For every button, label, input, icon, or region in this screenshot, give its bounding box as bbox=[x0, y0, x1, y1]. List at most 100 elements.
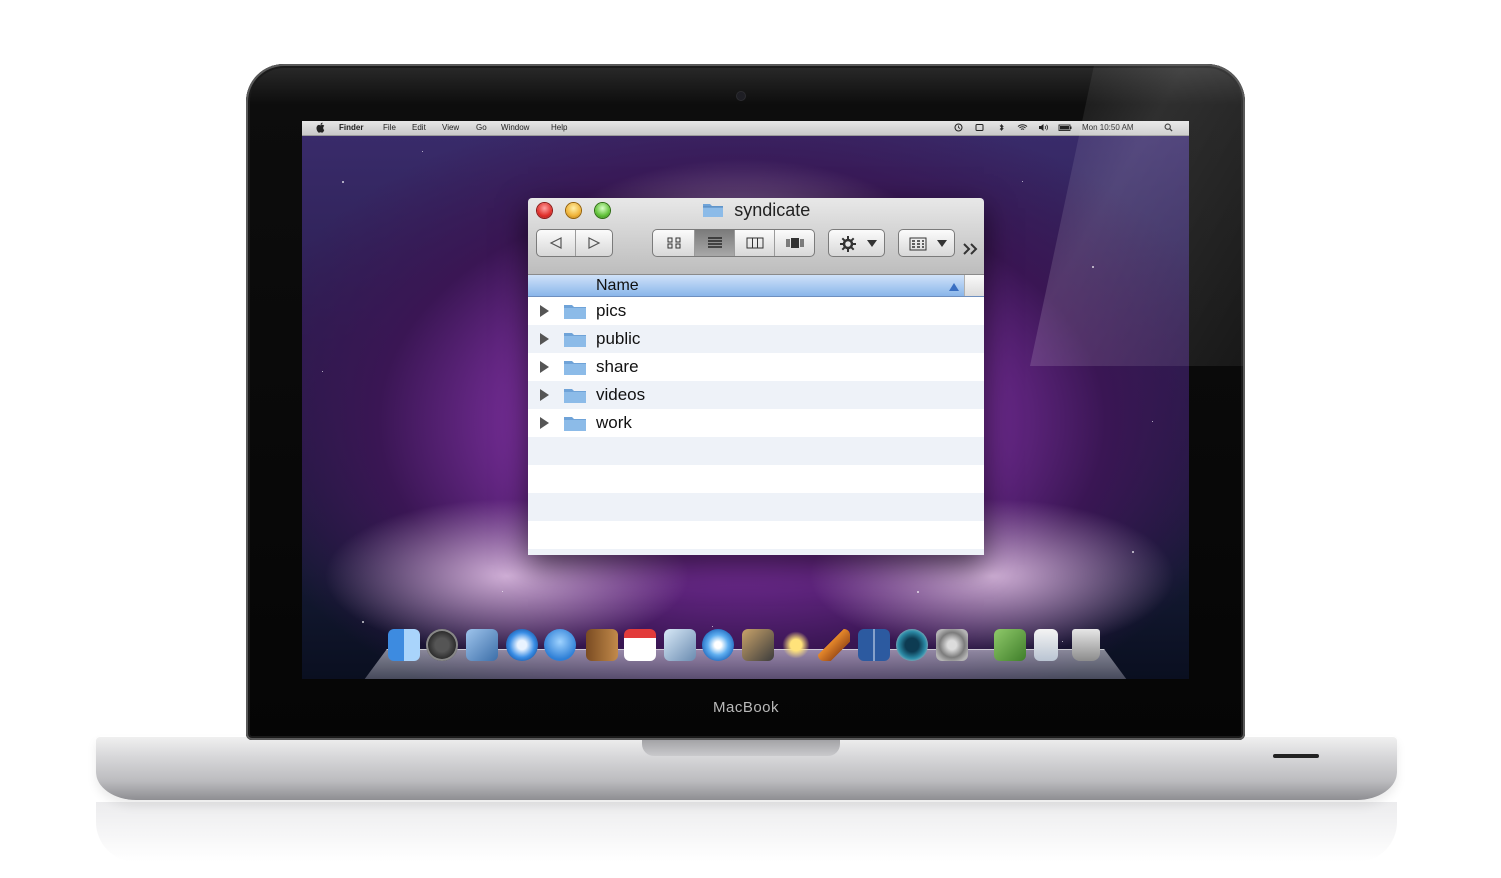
disclosure-triangle-icon[interactable] bbox=[540, 333, 549, 345]
menu-bar: Finder File Edit View Go Window Help Mon… bbox=[302, 121, 1189, 136]
disclosure-triangle-icon[interactable] bbox=[540, 389, 549, 401]
folder-name: share bbox=[596, 357, 639, 376]
empty-row bbox=[528, 437, 984, 465]
imovie-icon[interactable] bbox=[780, 629, 812, 661]
forward-arrow-icon bbox=[588, 237, 601, 249]
menu-window[interactable]: Window bbox=[501, 123, 529, 133]
star bbox=[502, 591, 503, 592]
downloads-stack-icon[interactable] bbox=[1034, 629, 1058, 661]
list-view-icon bbox=[707, 237, 722, 248]
camera-icon bbox=[737, 92, 745, 100]
folder-icon bbox=[564, 361, 586, 375]
bluetooth-icon[interactable] bbox=[997, 123, 1006, 132]
folder-name: public bbox=[596, 329, 641, 348]
safari-icon[interactable] bbox=[506, 629, 538, 661]
window-title-text: syndicate bbox=[734, 200, 811, 220]
star bbox=[342, 181, 344, 183]
cover-flow-button[interactable] bbox=[774, 230, 814, 256]
trash-icon[interactable] bbox=[1072, 629, 1100, 661]
star bbox=[1062, 641, 1063, 642]
folder-icon bbox=[564, 417, 586, 431]
iphoto-icon[interactable] bbox=[742, 629, 774, 661]
dashboard-icon[interactable] bbox=[426, 629, 458, 661]
list-item[interactable]: work bbox=[528, 409, 984, 437]
itunes-icon[interactable] bbox=[702, 629, 734, 661]
cover-flow-icon bbox=[785, 238, 804, 248]
star bbox=[917, 591, 919, 593]
list-item[interactable]: public bbox=[528, 325, 984, 353]
arrange-grid-icon bbox=[909, 237, 927, 251]
chevron-down-icon bbox=[937, 240, 947, 247]
menu-view[interactable]: View bbox=[442, 123, 459, 133]
preview-icon[interactable] bbox=[664, 629, 696, 661]
sleep-indicator bbox=[1273, 754, 1319, 758]
gear-icon bbox=[840, 236, 856, 252]
menu-finder[interactable]: Finder bbox=[339, 123, 363, 133]
icon-view-icon bbox=[667, 237, 680, 249]
action-menu-button[interactable] bbox=[828, 229, 885, 257]
empty-row bbox=[528, 549, 984, 555]
time-machine-status-icon[interactable] bbox=[954, 123, 963, 132]
ical-icon[interactable] bbox=[624, 629, 656, 661]
forward-button[interactable] bbox=[575, 230, 612, 256]
finder-window[interactable]: syndicate Name pics public share videos … bbox=[528, 198, 984, 555]
sort-ascending-icon bbox=[949, 283, 959, 291]
list-header: Name bbox=[528, 275, 984, 297]
star bbox=[422, 151, 423, 152]
device-label: MacBook bbox=[712, 699, 780, 716]
folder-icon bbox=[564, 305, 586, 319]
arrange-menu-button[interactable] bbox=[898, 229, 955, 257]
window-title: syndicate bbox=[528, 200, 984, 222]
column-view-icon bbox=[746, 237, 763, 249]
list-view-button[interactable] bbox=[694, 230, 734, 256]
menu-clock[interactable]: Mon 10:50 AM bbox=[1082, 123, 1134, 133]
menu-edit[interactable]: Edit bbox=[412, 123, 426, 133]
battery-icon[interactable] bbox=[1058, 123, 1072, 132]
view-mode-control bbox=[652, 229, 815, 257]
ichat-icon[interactable] bbox=[544, 629, 576, 661]
mail-icon[interactable] bbox=[466, 629, 498, 661]
finder-icon[interactable] bbox=[388, 629, 420, 661]
display-mirror-icon[interactable] bbox=[975, 123, 984, 132]
empty-row bbox=[528, 465, 984, 493]
volume-icon[interactable] bbox=[1038, 123, 1049, 132]
apple-menu-icon[interactable] bbox=[316, 122, 326, 133]
header-spacer bbox=[964, 275, 984, 296]
menu-go[interactable]: Go bbox=[476, 123, 487, 133]
list-item[interactable]: videos bbox=[528, 381, 984, 409]
window-toolbar: syndicate bbox=[528, 198, 984, 275]
star bbox=[322, 371, 323, 372]
toolbar-overflow-icon[interactable] bbox=[962, 242, 982, 256]
folder-name: work bbox=[596, 413, 632, 432]
folder-icon bbox=[702, 204, 723, 217]
star bbox=[1092, 266, 1094, 268]
laptop-reflection bbox=[96, 802, 1397, 862]
name-column-header[interactable]: Name bbox=[596, 277, 639, 295]
wifi-icon[interactable] bbox=[1017, 123, 1028, 132]
address-book-icon[interactable] bbox=[586, 629, 618, 661]
disclosure-triangle-icon[interactable] bbox=[540, 305, 549, 317]
spotlight-search-icon[interactable] bbox=[1164, 123, 1173, 132]
system-preferences-icon[interactable] bbox=[936, 629, 968, 661]
list-item[interactable]: share bbox=[528, 353, 984, 381]
documents-stack-icon[interactable] bbox=[994, 629, 1026, 661]
list-item[interactable]: pics bbox=[528, 297, 984, 325]
back-arrow-icon bbox=[549, 237, 562, 249]
time-machine-icon[interactable] bbox=[896, 629, 928, 661]
menu-help[interactable]: Help bbox=[551, 123, 567, 133]
spaces-icon[interactable] bbox=[858, 629, 890, 661]
folder-icon bbox=[564, 389, 586, 403]
icon-view-button[interactable] bbox=[653, 230, 694, 256]
menu-file[interactable]: File bbox=[383, 123, 396, 133]
column-view-button[interactable] bbox=[734, 230, 774, 256]
disclosure-triangle-icon[interactable] bbox=[540, 417, 549, 429]
back-button[interactable] bbox=[537, 230, 575, 256]
chevron-down-icon bbox=[867, 240, 877, 247]
star bbox=[1152, 421, 1153, 422]
disclosure-triangle-icon[interactable] bbox=[540, 361, 549, 373]
back-forward-control bbox=[536, 229, 613, 257]
garageband-icon[interactable] bbox=[818, 629, 850, 661]
folder-icon bbox=[564, 333, 586, 347]
desktop: Finder File Edit View Go Window Help Mon… bbox=[302, 121, 1189, 679]
star bbox=[1132, 551, 1134, 553]
